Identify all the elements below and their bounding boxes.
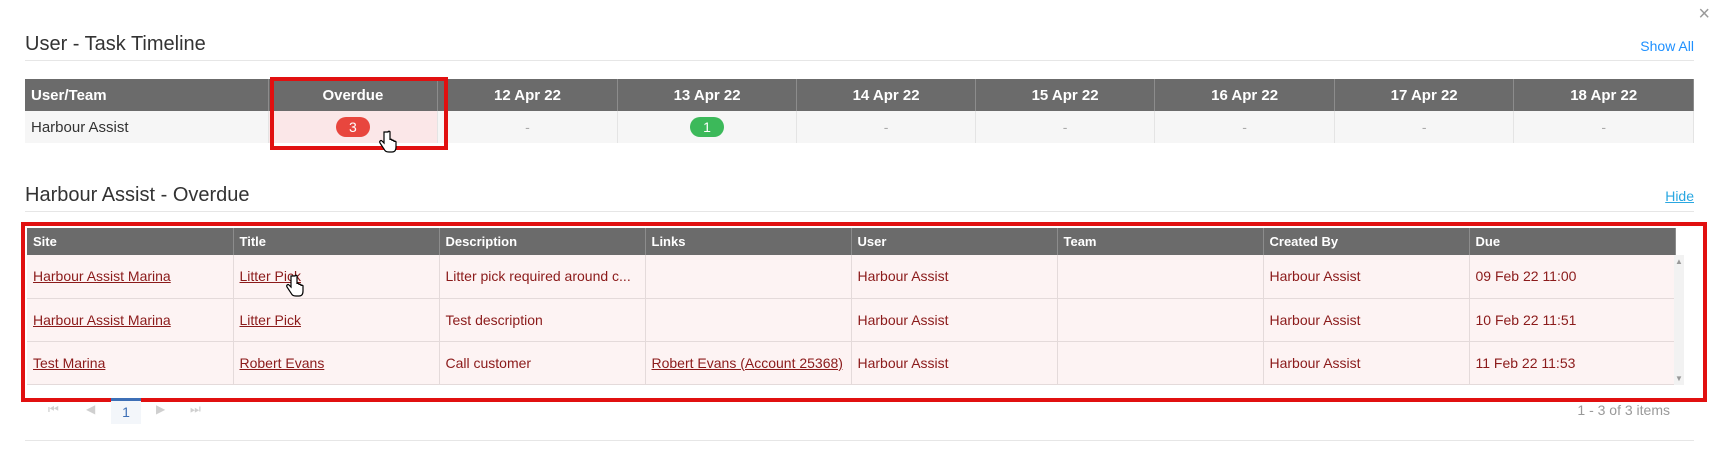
created-by-cell: Harbour Assist [1263, 298, 1470, 342]
divider [25, 440, 1694, 441]
overdue-count-badge[interactable]: 3 [335, 117, 370, 137]
col-date[interactable]: 17 Apr 22 [1334, 79, 1515, 111]
overdue-title: Harbour Assist - Overdue [25, 184, 250, 206]
site-cell: Harbour Assist Marina [27, 255, 234, 299]
prev-page-icon[interactable]: ◀ [86, 402, 95, 416]
overdue-header-row: Site Title Description Links User Team C… [27, 228, 1676, 255]
user-cell: Harbour Assist [851, 255, 1058, 299]
table-row[interactable]: Harbour Assist Marina Litter Pick Litter… [27, 255, 1676, 299]
title-cell: Litter Pick [233, 298, 440, 342]
due-cell: 09 Feb 22 11:00 [1469, 255, 1676, 299]
site-link[interactable]: Harbour Assist Marina [33, 312, 171, 328]
row-user-name: Harbour Assist [25, 111, 269, 143]
site-cell: Harbour Assist Marina [27, 298, 234, 342]
col-date[interactable]: 18 Apr 22 [1513, 79, 1694, 111]
hand-pointer-icon [286, 274, 304, 297]
team-cell [1057, 255, 1264, 299]
title-cell: Litter Pick [233, 255, 440, 299]
empty-dash: - [1601, 118, 1607, 135]
empty-dash: - [1062, 118, 1068, 135]
close-icon[interactable]: × [1698, 4, 1710, 24]
empty-dash: - [525, 118, 530, 135]
timeline-table: User/Team Overdue 12 Apr 22 13 Apr 22 14… [25, 79, 1694, 143]
site-link[interactable]: Test Marina [33, 355, 105, 371]
overdue-cell[interactable]: 3 [268, 111, 439, 143]
date-cell: - [1154, 111, 1335, 143]
links-cell [645, 255, 852, 299]
account-link[interactable]: Robert Evans (Account 25368) [652, 355, 843, 371]
col-overdue[interactable]: Overdue [268, 79, 439, 111]
description-cell: Test description [439, 298, 646, 342]
team-cell [1057, 298, 1264, 342]
table-row[interactable]: Test Marina Robert Evans Call customer R… [27, 341, 1676, 385]
overdue-table: Site Title Description Links User Team C… [27, 228, 1676, 385]
col-links[interactable]: Links [645, 228, 852, 255]
description-cell: Litter pick required around c... [439, 255, 646, 299]
col-site[interactable]: Site [27, 228, 234, 255]
user-cell: Harbour Assist [851, 298, 1058, 342]
col-team[interactable]: Team [1057, 228, 1264, 255]
col-created-by[interactable]: Created By [1263, 228, 1470, 255]
date-cell: - [1334, 111, 1515, 143]
empty-dash: - [1242, 118, 1247, 135]
col-title[interactable]: Title [233, 228, 440, 255]
last-page-icon[interactable]: ⏭ [190, 402, 201, 417]
scroll-up-icon[interactable]: ▲ [1675, 257, 1683, 266]
site-link[interactable]: Harbour Assist Marina [33, 268, 171, 284]
col-user-team[interactable]: User/Team [25, 79, 269, 111]
task-count-badge[interactable]: 1 [690, 117, 725, 137]
timeline-section-header: User - Task Timeline Show All [25, 31, 1694, 61]
empty-dash: - [883, 118, 889, 135]
col-date[interactable]: 12 Apr 22 [437, 79, 618, 111]
timeline-header-row: User/Team Overdue 12 Apr 22 13 Apr 22 14… [25, 79, 1694, 111]
task-timeline-page: × User - Task Timeline Show All User/Tea… [0, 0, 1716, 450]
show-all-link[interactable]: Show All [1640, 38, 1694, 54]
due-cell: 10 Feb 22 11:51 [1469, 298, 1676, 342]
links-cell [645, 298, 852, 342]
table-scrollbar[interactable]: ▲ ▼ [1674, 255, 1684, 385]
first-page-icon[interactable]: ⏮ [48, 402, 59, 417]
title-cell: Robert Evans [233, 341, 440, 385]
col-user[interactable]: User [851, 228, 1058, 255]
overdue-grid: Site Title Description Links User Team C… [27, 228, 1684, 385]
col-due[interactable]: Due [1469, 228, 1676, 255]
empty-dash: - [1421, 118, 1427, 135]
col-date[interactable]: 16 Apr 22 [1154, 79, 1335, 111]
timeline-row: Harbour Assist 3 - 1 - - - - - [25, 111, 1694, 143]
timeline-title: User - Task Timeline [25, 33, 206, 55]
col-description[interactable]: Description [439, 228, 646, 255]
pager-info: 1 - 3 of 3 items [1577, 402, 1670, 418]
date-cell: - [1513, 111, 1694, 143]
next-page-icon[interactable]: ▶ [156, 402, 165, 416]
table-row[interactable]: Harbour Assist Marina Litter Pick Test d… [27, 298, 1676, 342]
col-date[interactable]: 14 Apr 22 [796, 79, 976, 111]
site-cell: Test Marina [27, 341, 234, 385]
created-by-cell: Harbour Assist [1263, 341, 1470, 385]
col-date[interactable]: 15 Apr 22 [975, 79, 1156, 111]
overdue-section-header: Harbour Assist - Overdue Hide [25, 182, 1694, 212]
links-cell: Robert Evans (Account 25368) [645, 341, 852, 385]
title-link[interactable]: Litter Pick [240, 312, 301, 328]
title-link[interactable]: Robert Evans [240, 355, 325, 371]
hand-pointer-icon [379, 130, 397, 153]
date-cell: - [975, 111, 1156, 143]
col-date[interactable]: 13 Apr 22 [617, 79, 798, 111]
description-cell: Call customer [439, 341, 646, 385]
team-cell [1057, 341, 1264, 385]
scroll-down-icon[interactable]: ▼ [1675, 374, 1683, 383]
created-by-cell: Harbour Assist [1263, 255, 1470, 299]
pager: ⏮ ◀ 1 ▶ ⏭ 1 - 3 of 3 items [40, 398, 1680, 424]
pager-current-page[interactable]: 1 [111, 398, 141, 424]
due-cell: 11 Feb 22 11:53 [1469, 341, 1676, 385]
hide-link[interactable]: Hide [1665, 188, 1694, 204]
date-cell: - [796, 111, 976, 143]
date-cell: - [437, 111, 618, 143]
user-cell: Harbour Assist [851, 341, 1058, 385]
date-cell[interactable]: 1 [617, 111, 798, 143]
